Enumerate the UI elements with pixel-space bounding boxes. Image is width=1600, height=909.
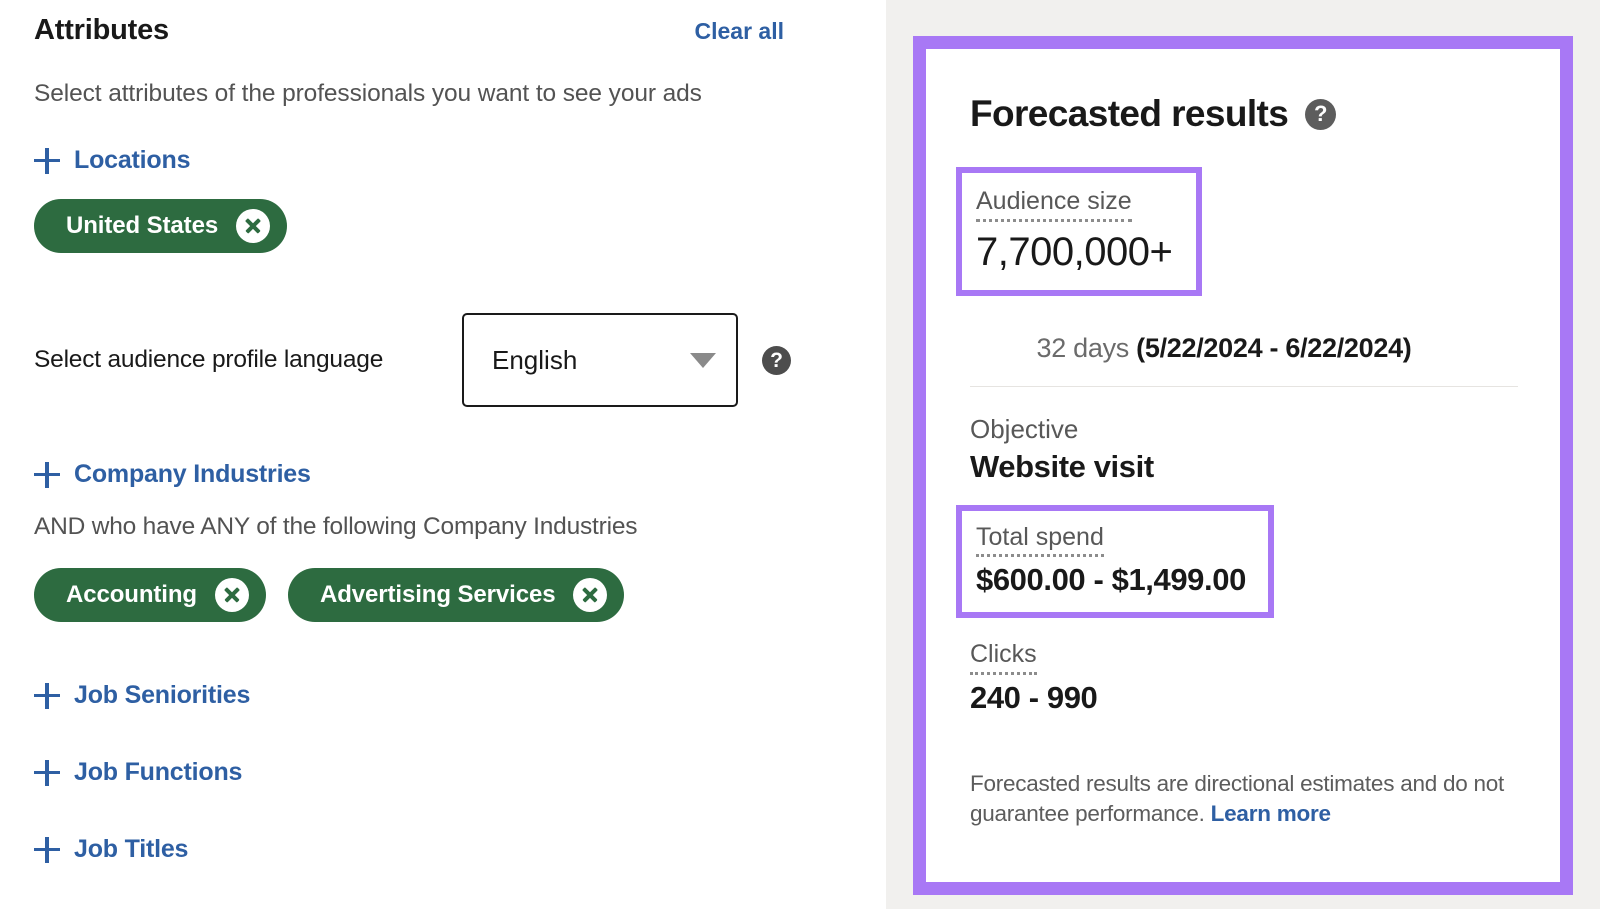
remove-pill-icon[interactable] bbox=[236, 209, 270, 243]
remove-pill-icon[interactable] bbox=[573, 578, 607, 612]
add-company-industries-label: Company Industries bbox=[74, 460, 311, 489]
audience-size-value: 7,700,000+ bbox=[976, 230, 1172, 274]
days-range: (5/22/2024 - 6/22/2024) bbox=[1136, 333, 1411, 363]
attributes-panel: Attributes Clear all Select attributes o… bbox=[0, 0, 886, 909]
forecast-title-row: Forecasted results ? bbox=[970, 93, 1518, 135]
objective-value: Website visit bbox=[970, 449, 1518, 485]
add-job-seniorities-button[interactable]: Job Seniorities bbox=[34, 681, 250, 710]
help-icon[interactable]: ? bbox=[1305, 99, 1336, 130]
audience-language-row: Select audience profile language English… bbox=[34, 313, 852, 407]
clicks-label[interactable]: Clicks bbox=[970, 640, 1037, 675]
locations-pill-list: United States bbox=[34, 199, 852, 253]
pill-advertising-services[interactable]: Advertising Services bbox=[288, 568, 624, 622]
total-spend-label[interactable]: Total spend bbox=[976, 523, 1104, 558]
attributes-subtitle: Select attributes of the professionals y… bbox=[34, 80, 852, 108]
objective-label: Objective bbox=[970, 415, 1518, 444]
add-job-seniorities-label: Job Seniorities bbox=[74, 681, 250, 710]
help-icon[interactable]: ? bbox=[762, 346, 791, 375]
industries-and-text: AND who have ANY of the following Compan… bbox=[34, 513, 852, 541]
add-job-titles-button[interactable]: Job Titles bbox=[34, 835, 188, 864]
plus-icon bbox=[34, 148, 60, 174]
pill-label: Accounting bbox=[66, 581, 197, 609]
add-company-industries-button[interactable]: Company Industries bbox=[34, 460, 311, 489]
attributes-header: Attributes Clear all bbox=[34, 0, 852, 47]
plus-icon bbox=[34, 760, 60, 786]
plus-icon bbox=[34, 837, 60, 863]
divider bbox=[970, 386, 1518, 388]
add-job-functions-button[interactable]: Job Functions bbox=[34, 758, 242, 787]
industries-pill-list: Accounting Advertising Services bbox=[34, 568, 852, 622]
pill-label: Advertising Services bbox=[320, 581, 555, 609]
add-job-functions-label: Job Functions bbox=[74, 758, 242, 787]
audience-language-label: Select audience profile language bbox=[34, 346, 462, 374]
pill-accounting[interactable]: Accounting bbox=[34, 568, 266, 622]
add-locations-button[interactable]: Locations bbox=[34, 146, 190, 175]
add-job-titles-label: Job Titles bbox=[74, 835, 188, 864]
pill-label: United States bbox=[66, 212, 218, 240]
remove-pill-icon[interactable] bbox=[215, 578, 249, 612]
total-spend-value: $600.00 - $1,499.00 bbox=[976, 562, 1246, 598]
total-spend-highlight: Total spend $600.00 - $1,499.00 bbox=[956, 505, 1274, 618]
learn-more-link[interactable]: Learn more bbox=[1211, 801, 1331, 826]
clear-all-link[interactable]: Clear all bbox=[695, 18, 853, 45]
plus-icon bbox=[34, 462, 60, 488]
plus-icon bbox=[34, 683, 60, 709]
days-count: 32 days bbox=[1037, 333, 1129, 363]
forecast-disclaimer: Forecasted results are directional estim… bbox=[970, 769, 1518, 829]
clicks-value: 240 - 990 bbox=[970, 680, 1518, 716]
chevron-down-icon bbox=[690, 353, 716, 368]
audience-language-select[interactable]: English bbox=[462, 313, 738, 407]
date-range-line: 32 days (5/22/2024 - 6/22/2024) bbox=[970, 333, 1518, 364]
objective-block: Objective Website visit bbox=[970, 415, 1518, 484]
audience-language-value: English bbox=[492, 345, 577, 376]
page-title: Attributes bbox=[34, 14, 169, 47]
audience-size-highlight: Audience size 7,700,000+ bbox=[956, 167, 1202, 296]
audience-size-label[interactable]: Audience size bbox=[976, 187, 1132, 222]
forecasted-results-card: Forecasted results ? Audience size 7,700… bbox=[913, 36, 1573, 895]
pill-united-states[interactable]: United States bbox=[34, 199, 287, 253]
clicks-block: Clicks 240 - 990 bbox=[970, 640, 1518, 715]
forecast-sidebar: Forecasted results ? Audience size 7,700… bbox=[886, 0, 1600, 909]
forecast-title: Forecasted results bbox=[970, 93, 1288, 135]
add-locations-label: Locations bbox=[74, 146, 190, 175]
